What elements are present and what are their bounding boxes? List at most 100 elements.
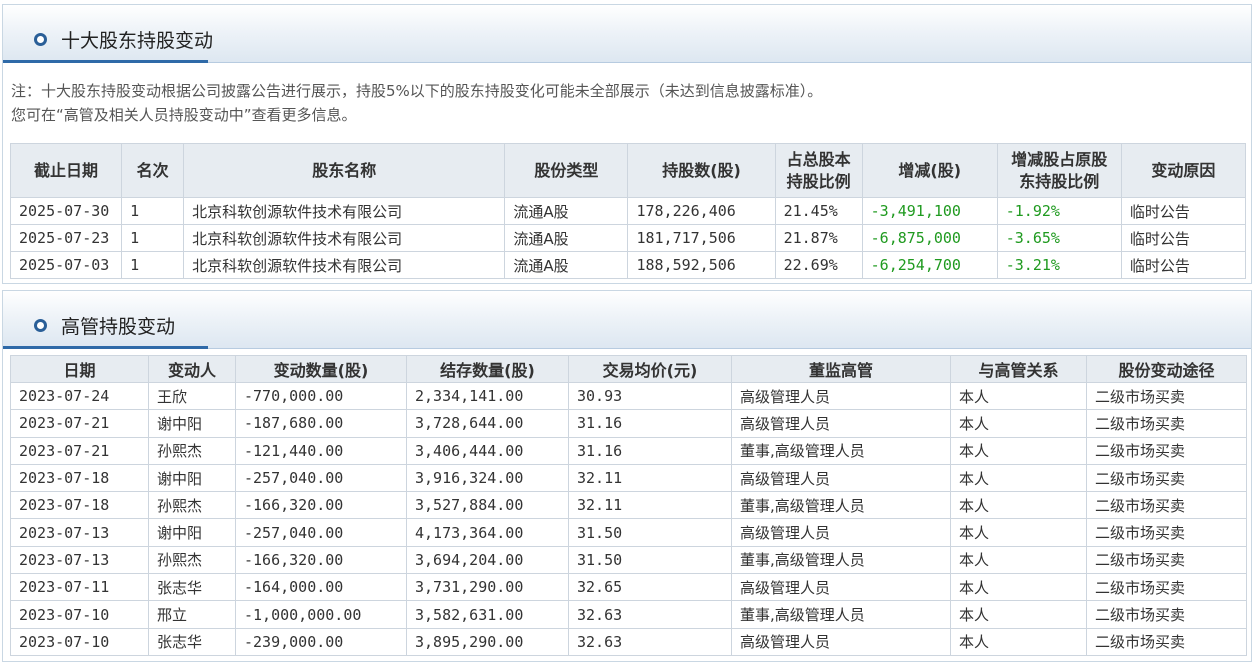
cell-avg-price: 31.16 (568, 436, 732, 465)
tab-underline (3, 346, 208, 349)
cell-holder: 北京科软创源软件技术有限公司 (183, 197, 506, 225)
cell-date: 2025-07-03 (9, 251, 123, 279)
cell-date: 2023-07-21 (10, 436, 149, 465)
cell-remain-qty: 3,916,324.00 (406, 463, 569, 493)
cell-relation: 本人 (950, 545, 1087, 575)
col-change-qty[interactable]: 变动数量(股) (235, 355, 407, 383)
col-holder[interactable]: 股东名称 (183, 143, 506, 198)
cell-relation: 本人 (950, 600, 1087, 629)
col-reason[interactable]: 变动原因 (1120, 143, 1247, 198)
col-change-ratio-line1: 增减股占原股 (1011, 149, 1108, 169)
cell-avg-price: 31.16 (568, 409, 732, 438)
col-date[interactable]: 截止日期 (9, 143, 123, 198)
cell-position: 董事,高级管理人员 (731, 491, 951, 520)
table-row: 2023-07-13 谢中阳 -257,040.00 4,173,364.00 31.5… (10, 518, 1247, 547)
cell-person: 孙熙杰 (148, 436, 236, 465)
cell-person: 谢中阳 (148, 409, 236, 438)
col-person[interactable]: 变动人 (148, 355, 236, 383)
col-relation[interactable]: 与高管关系 (950, 355, 1087, 383)
executive-holdings-table: 日期 变动人 变动数量(股) 结存数量(股) 交易均价(元) 董监高管 与高管关… (10, 355, 1247, 656)
section-title: 十大股东持股变动 (61, 30, 214, 52)
col-avg-price[interactable]: 交易均价(元) (568, 355, 732, 383)
col-ratio-line2: 持股比例 (786, 171, 851, 191)
table-row: 2023-07-18 谢中阳 -257,040.00 3,916,324.00 32.1… (10, 463, 1247, 493)
cell-ratio: 21.45% (774, 197, 863, 225)
table-row: 2023-07-11 张志华 -164,000.00 3,731,290.00 32.6… (10, 573, 1247, 602)
cell-date: 2023-07-13 (10, 545, 149, 575)
cell-position: 高级管理人员 (731, 518, 951, 547)
col-change-ratio[interactable]: 增减股占原股 东持股比例 (996, 143, 1122, 198)
col-shares[interactable]: 持股数(股) (627, 143, 776, 198)
top-shareholders-panel: 十大股东持股变动 注：十大股东持股变动根据公司披露公告进行展示，持股5%以下的股… (2, 4, 1252, 284)
disclosure-note: 注：十大股东持股变动根据公司披露公告进行展示，持股5%以下的股东持股变化可能未全… (11, 79, 822, 127)
table-row: 2023-07-10 邢立 -1,000,000.00 3,582,631.00 32.… (10, 600, 1247, 629)
cell-remain-qty: 3,694,204.00 (406, 545, 569, 575)
cell-ratio: 22.69% (774, 251, 863, 279)
col-share-type[interactable]: 股份类型 (504, 143, 629, 198)
cell-person: 孙熙杰 (148, 545, 236, 575)
cell-avg-price: 30.93 (568, 381, 732, 411)
col-ratio[interactable]: 占总股本 持股比例 (774, 143, 863, 198)
table-row: 2023-07-24 王欣 -770,000.00 2,334,141.00 30.93… (10, 381, 1247, 411)
cell-change-qty: -770,000.00 (235, 381, 407, 411)
cell-change-qty: -257,040.00 (235, 518, 407, 547)
cell-change-qty: -166,320.00 (235, 491, 407, 520)
cell-remain-qty: 3,895,290.00 (406, 627, 569, 656)
circle-bullet-icon (34, 33, 47, 46)
col-rank[interactable]: 名次 (121, 143, 185, 198)
cell-date: 2023-07-11 (10, 573, 149, 602)
cell-channel: 二级市场买卖 (1086, 381, 1247, 411)
panel-header: 高管持股变动 (3, 291, 1251, 349)
col-channel[interactable]: 股份变动途径 (1086, 355, 1247, 383)
cell-ratio: 21.87% (774, 224, 863, 252)
cell-relation: 本人 (950, 463, 1087, 493)
cell-rank: 1 (121, 197, 185, 225)
cell-remain-qty: 3,728,644.00 (406, 409, 569, 438)
cell-channel: 二级市场买卖 (1086, 545, 1247, 575)
cell-date: 2025-07-23 (9, 224, 123, 252)
table-row: 2025-07-03 1 北京科软创源软件技术有限公司 流通A股 188,592… (9, 251, 1247, 279)
col-position[interactable]: 董监高管 (731, 355, 951, 383)
cell-position: 高级管理人员 (731, 463, 951, 493)
cell-position: 高级管理人员 (731, 381, 951, 411)
cell-person: 王欣 (148, 381, 236, 411)
table-row: 2023-07-21 孙熙杰 -121,440.00 3,406,444.00 31.1… (10, 436, 1247, 465)
cell-remain-qty: 3,406,444.00 (406, 436, 569, 465)
cell-person: 邢立 (148, 600, 236, 629)
cell-remain-qty: 2,334,141.00 (406, 381, 569, 411)
cell-person: 谢中阳 (148, 518, 236, 547)
cell-person: 张志华 (148, 573, 236, 602)
cell-position: 高级管理人员 (731, 409, 951, 438)
cell-shares: 181,717,506 (627, 224, 776, 252)
table-row: 2023-07-10 张志华 -239,000.00 3,895,290.00 32.6… (10, 627, 1247, 656)
col-remain-qty[interactable]: 结存数量(股) (406, 355, 569, 383)
cell-change-qty: -1,000,000.00 (235, 600, 407, 629)
col-change-ratio-line2: 东持股比例 (1019, 171, 1100, 191)
col-ratio-line1: 占总股本 (786, 149, 851, 169)
col-date[interactable]: 日期 (10, 355, 149, 383)
cell-avg-price: 32.11 (568, 491, 732, 520)
col-change[interactable]: 增减(股) (861, 143, 998, 198)
cell-change-qty: -239,000.00 (235, 627, 407, 656)
table-row: 2023-07-21 谢中阳 -187,680.00 3,728,644.00 31.1… (10, 409, 1247, 438)
cell-relation: 本人 (950, 518, 1087, 547)
cell-shares: 188,592,506 (627, 251, 776, 279)
table-header-row: 截止日期 名次 股东名称 股份类型 持股数(股) 占总股本 持股比例 增减(股) … (9, 143, 1247, 198)
cell-person: 张志华 (148, 627, 236, 656)
cell-change-qty: -257,040.00 (235, 463, 407, 493)
panel-header: 十大股东持股变动 (3, 5, 1251, 63)
cell-relation: 本人 (950, 381, 1087, 411)
cell-date: 2025-07-30 (9, 197, 123, 225)
cell-change-qty: -164,000.00 (235, 573, 407, 602)
cell-change-qty: -121,440.00 (235, 436, 407, 465)
cell-date: 2023-07-18 (10, 463, 149, 493)
cell-relation: 本人 (950, 436, 1087, 465)
cell-change-ratio: -3.65% (996, 224, 1122, 252)
cell-channel: 二级市场买卖 (1086, 491, 1247, 520)
cell-share-type: 流通A股 (504, 251, 629, 279)
cell-remain-qty: 3,527,884.00 (406, 491, 569, 520)
cell-channel: 二级市场买卖 (1086, 463, 1247, 493)
cell-position: 高级管理人员 (731, 573, 951, 602)
cell-channel: 二级市场买卖 (1086, 409, 1247, 438)
cell-position: 高级管理人员 (731, 627, 951, 656)
